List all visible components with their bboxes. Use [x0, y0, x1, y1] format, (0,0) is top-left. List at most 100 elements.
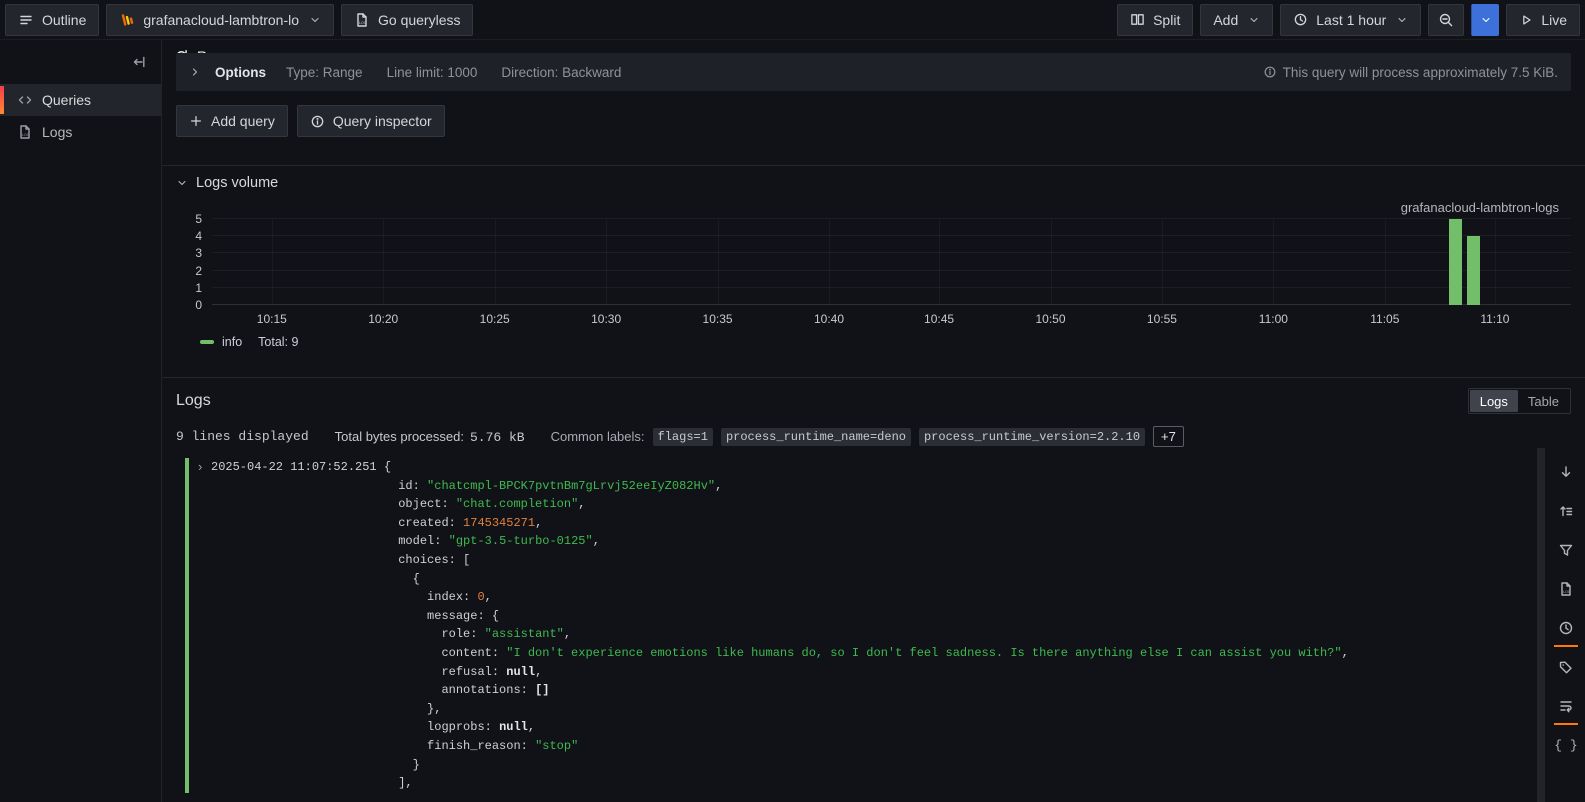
- label-chip: flags=1: [653, 428, 713, 446]
- x-axis-tick-label: 10:40: [814, 312, 844, 326]
- time-range-picker[interactable]: Last 1 hour: [1280, 4, 1421, 36]
- more-labels-button[interactable]: +7: [1153, 426, 1184, 447]
- go-queryless-button[interactable]: LOG Go queryless: [341, 4, 473, 36]
- logs-volume-section: Logs volume grafanacloud-lambtron-logs 0…: [162, 165, 1585, 349]
- log-doc-icon: LOG: [354, 12, 370, 28]
- loki-logo-icon: [119, 12, 135, 28]
- y-axis-tick-label: 5: [195, 212, 202, 226]
- chevron-right-icon[interactable]: [189, 66, 201, 78]
- scroll-bottom-icon[interactable]: [1554, 460, 1578, 484]
- x-axis-tick-label: 10:45: [924, 312, 954, 326]
- add-button[interactable]: Add: [1200, 4, 1273, 36]
- log-line-text: 2025-04-22 11:07:52.251 { id: "chatcmpl-…: [211, 458, 1349, 793]
- sidebar-item-logs[interactable]: LOG Logs: [0, 116, 161, 148]
- query-options-bar[interactable]: Options Type: Range Line limit: 1000 Dir…: [176, 53, 1571, 91]
- y-axis-tick-label: 4: [195, 229, 202, 243]
- query-actions-row: Add query Query inspector: [176, 105, 1571, 137]
- toggle-table[interactable]: Table: [1518, 390, 1569, 412]
- chart-gridline-h: [212, 218, 1571, 219]
- label-chip: process_runtime_version=2.2.10: [919, 428, 1145, 446]
- outline-icon: [18, 12, 34, 28]
- chevron-down-icon: [176, 177, 188, 189]
- log-scrollbar[interactable]: [1537, 448, 1545, 802]
- x-axis-tick-label: 10:35: [703, 312, 733, 326]
- explore-sidebar: Queries LOG Logs: [0, 40, 162, 802]
- svg-text:LOG: LOG: [1563, 590, 1571, 594]
- outline-button[interactable]: Outline: [5, 4, 99, 36]
- log-doc-icon: LOG: [17, 124, 33, 140]
- sort-order-icon[interactable]: [1554, 499, 1578, 523]
- zoom-out-time-button[interactable]: [1428, 4, 1464, 36]
- query-inspector-button[interactable]: Query inspector: [297, 105, 445, 137]
- x-axis-tick-label: 10:25: [480, 312, 510, 326]
- run-query-button[interactable]: Run query: [1471, 4, 1499, 36]
- sidebar-item-label: Logs: [42, 124, 72, 140]
- chevron-down-icon: [309, 14, 321, 26]
- expand-log-chevron-icon[interactable]: ›: [198, 458, 211, 793]
- y-axis-tick-label: 0: [195, 298, 202, 312]
- add-query-button[interactable]: Add query: [176, 105, 288, 137]
- x-axis-tick-label: 10:55: [1147, 312, 1177, 326]
- show-time-icon[interactable]: [1554, 616, 1578, 640]
- datasource-picker[interactable]: grafanacloud-lambtron-lo: [106, 4, 334, 36]
- chart-gridline-v: [1385, 219, 1386, 305]
- chart-gridline-h: [212, 270, 1571, 271]
- logs-volume-title: Logs volume: [196, 175, 278, 191]
- label-chip: process_runtime_name=deno: [721, 428, 911, 446]
- chart-gridline-v: [495, 219, 496, 305]
- options-type: Type: Range: [286, 65, 363, 80]
- info-circle-icon: [1263, 65, 1277, 79]
- wrap-lines-icon[interactable]: [1554, 694, 1578, 718]
- clock-icon: [1293, 12, 1308, 27]
- legend-label: info: [222, 335, 242, 349]
- options-direction: Direction: Backward: [501, 65, 621, 80]
- collapse-sidebar-button[interactable]: [127, 50, 151, 74]
- query-size-note: This query will process approximately 7.…: [1263, 65, 1558, 80]
- logs-volume-header[interactable]: Logs volume: [162, 166, 1585, 191]
- prettify-json-icon[interactable]: { }: [1554, 733, 1578, 757]
- unique-labels-icon[interactable]: [1554, 655, 1578, 679]
- common-labels-chips: flags=1 process_runtime_name=deno process_…: [653, 428, 1146, 446]
- chart-gridline-h: [212, 304, 1571, 305]
- split-button[interactable]: Split: [1117, 4, 1193, 36]
- chart-gridline-v: [829, 219, 830, 305]
- chart-legend: info Total: 9: [200, 335, 1571, 349]
- logs-volume-plot: 01234510:1510:2010:2510:3010:3510:4010:4…: [212, 219, 1571, 305]
- x-axis-tick-label: 11:05: [1370, 312, 1399, 326]
- sidebar-item-queries[interactable]: Queries: [0, 84, 161, 116]
- split-label: Split: [1153, 12, 1180, 28]
- toggle-logs[interactable]: Logs: [1470, 390, 1518, 412]
- filter-icon[interactable]: [1554, 538, 1578, 562]
- options-line-limit: Line limit: 1000: [387, 65, 478, 80]
- code-icon: [17, 92, 33, 108]
- scrollbar-thumb[interactable]: [1537, 448, 1545, 802]
- chart-bar: [1467, 236, 1480, 305]
- log-row[interactable]: › 2025-04-22 11:07:52.251 { id: "chatcmp…: [185, 455, 1535, 793]
- legend-item-info[interactable]: info: [200, 335, 242, 349]
- sidebar-item-label: Queries: [42, 92, 91, 108]
- chevron-down-icon: [1248, 14, 1260, 26]
- bytes-processed: Total bytes processed:5.76 kB: [335, 429, 525, 445]
- time-range-label: Last 1 hour: [1316, 12, 1386, 28]
- common-labels: Common labels: flags=1process_runtime_na…: [551, 426, 1184, 447]
- bytes-value: 5.76 kB: [470, 430, 525, 445]
- dedup-log-icon[interactable]: LOG: [1554, 577, 1578, 601]
- live-label: Live: [1541, 12, 1567, 28]
- logs-title: Logs: [176, 392, 211, 410]
- chart-gridline-v: [939, 219, 940, 305]
- search-minus-icon: [1438, 12, 1454, 28]
- chart-gridline-v: [1162, 219, 1163, 305]
- chart-gridline-v: [1495, 219, 1496, 305]
- toolbar-right-group: Split Add Last 1 hour: [1117, 4, 1580, 36]
- split-icon: [1130, 12, 1145, 27]
- y-axis-tick-label: 3: [195, 246, 202, 260]
- legend-color-swatch: [200, 340, 214, 344]
- chart-gridline-h: [212, 287, 1571, 288]
- sidebar-items: Queries LOG Logs: [0, 84, 161, 148]
- outline-label: Outline: [42, 12, 86, 28]
- run-query-dropdown[interactable]: [1471, 4, 1499, 36]
- x-axis-tick-label: 11:10: [1480, 312, 1509, 326]
- live-button[interactable]: Live: [1506, 4, 1580, 36]
- logs-volume-chart: grafanacloud-lambtron-logs 01234510:1510…: [162, 200, 1585, 349]
- log-rows-area: › 2025-04-22 11:07:52.251 { id: "chatcmp…: [176, 455, 1535, 802]
